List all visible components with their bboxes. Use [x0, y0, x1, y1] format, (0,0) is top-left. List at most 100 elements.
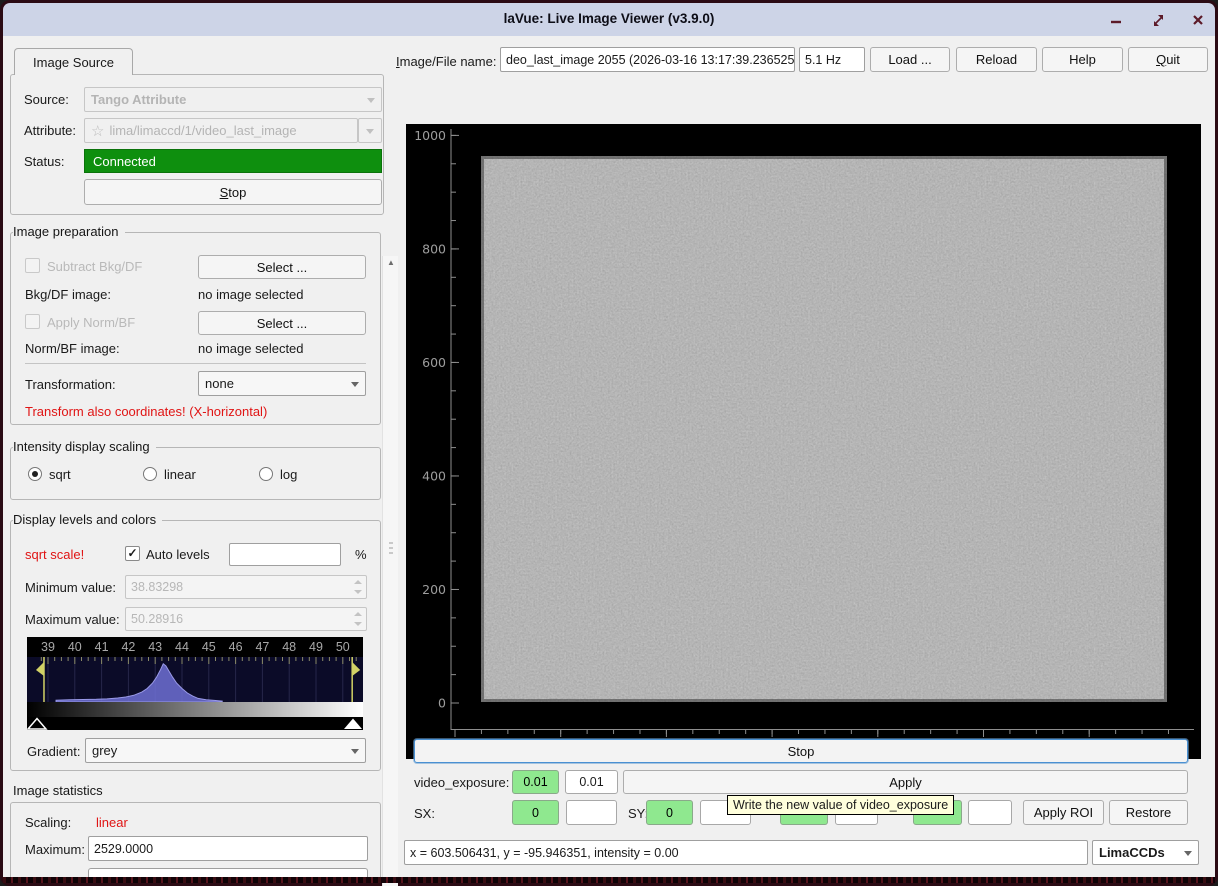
- left-panel-scrollbar[interactable]: ▲ ▼: [382, 256, 398, 886]
- status-badge: Connected: [84, 149, 382, 173]
- radio-linear[interactable]: [143, 467, 157, 481]
- subtract-bkg-checkbox[interactable]: [25, 258, 40, 273]
- auto-levels-label: Auto levels: [146, 547, 210, 562]
- plot-axes: 02004006008001000120002004006008001000: [406, 124, 1201, 759]
- roi-height-input[interactable]: [968, 800, 1012, 825]
- radio-sqrt[interactable]: [28, 467, 42, 481]
- svg-text:200: 200: [422, 582, 446, 597]
- close-icon: [1192, 14, 1204, 26]
- chevron-down-icon: [1184, 851, 1192, 856]
- load-button[interactable]: Load ...: [870, 47, 950, 72]
- transformation-label: Transformation:: [25, 377, 116, 392]
- transformation-combobox[interactable]: none: [198, 371, 366, 396]
- transform-warning: Transform also coordinates! (X-horizonta…: [25, 404, 267, 419]
- gradient-label: Gradient:: [27, 744, 80, 759]
- radio-log[interactable]: [259, 467, 273, 481]
- reload-button[interactable]: Reload: [956, 47, 1037, 72]
- cursor-position-field: x = 603.506431, y = -95.946351, intensit…: [404, 840, 1088, 865]
- maximize-icon: [1152, 14, 1165, 27]
- select-bkg-button[interactable]: Select ...: [198, 255, 366, 279]
- background-window-artifact: [3, 877, 1215, 883]
- main-content: Image/File name: deo_last_image 2055 (20…: [3, 36, 1215, 877]
- statistics-maximum-label: Maximum:: [25, 842, 85, 857]
- spin-arrows-icon[interactable]: [350, 609, 365, 629]
- stream-stop-button[interactable]: Stop: [414, 739, 1188, 763]
- maximize-button[interactable]: [1145, 9, 1171, 31]
- restore-button[interactable]: Restore: [1109, 800, 1188, 825]
- histogram-canvas[interactable]: [27, 657, 363, 702]
- sqrt-scale-warning: sqrt scale!: [25, 547, 84, 562]
- window-title: laVue: Live Image Viewer (v3.9.0): [3, 11, 1215, 26]
- status-label: Status:: [24, 154, 64, 169]
- sx-current: 0: [512, 800, 559, 825]
- application-window: laVue: Live Image Viewer (v3.9.0) Image/…: [0, 0, 1218, 886]
- bkg-image-value: no image selected: [198, 287, 304, 302]
- sx-input[interactable]: [566, 800, 617, 825]
- auto-levels-input[interactable]: [229, 543, 341, 566]
- svg-text:800: 800: [422, 241, 446, 256]
- attribute-dropdown-button[interactable]: [358, 118, 382, 143]
- minimize-icon: [1110, 14, 1122, 26]
- attribute-combobox[interactable]: ☆ lima/limaccd/1/video_last_image: [84, 118, 358, 143]
- norm-image-value: no image selected: [198, 341, 304, 356]
- file-name-input[interactable]: deo_last_image 2055 (2026-03-16 13:17:39…: [500, 47, 795, 72]
- histogram-range-handles[interactable]: [27, 717, 363, 730]
- divider: [25, 363, 366, 364]
- source-stop-button[interactable]: Stop: [84, 179, 382, 205]
- svg-text:400: 400: [422, 468, 446, 483]
- maximum-value-spinbox[interactable]: 50.28916: [125, 607, 367, 631]
- apply-norm-label: Apply Norm/BF: [47, 315, 135, 330]
- scaling-value: linear: [96, 815, 128, 830]
- file-name-label: Image/File name:: [396, 54, 496, 69]
- radio-linear-label: linear: [164, 467, 196, 482]
- svg-text:0: 0: [438, 696, 446, 711]
- star-icon: ☆: [91, 122, 104, 140]
- exposure-tooltip: Write the new value of video_exposure: [727, 795, 954, 815]
- scroll-up-icon[interactable]: ▲: [383, 256, 399, 270]
- statistics-maximum-field[interactable]: 2529.0000: [88, 836, 368, 861]
- minimum-value-spinbox[interactable]: 38.83298: [125, 575, 367, 599]
- minimum-value-label: Minimum value:: [25, 580, 116, 595]
- video-exposure-input[interactable]: 0.01: [565, 770, 618, 794]
- bkg-image-label: Bkg/DF image:: [25, 287, 111, 302]
- close-button[interactable]: [1185, 9, 1211, 31]
- norm-image-label: Norm/BF image:: [25, 341, 120, 356]
- chevron-down-icon: [367, 98, 375, 103]
- title-bar: laVue: Live Image Viewer (v3.9.0): [3, 3, 1215, 36]
- minimize-button[interactable]: [1103, 9, 1129, 31]
- source-combobox[interactable]: Tango Attribute: [84, 87, 382, 112]
- maximum-value-label: Maximum value:: [25, 612, 120, 627]
- svg-text:1000: 1000: [414, 128, 446, 143]
- histogram-gradient-bar[interactable]: [27, 702, 363, 717]
- histogram-widget[interactable]: 394041424344454647484950: [27, 637, 363, 730]
- apply-roi-button[interactable]: Apply ROI: [1023, 800, 1104, 825]
- attribute-label: Attribute:: [24, 123, 76, 138]
- select-norm-button[interactable]: Select ...: [198, 311, 366, 335]
- percent-label: %: [355, 547, 367, 562]
- spin-arrows-icon[interactable]: [350, 577, 365, 597]
- radio-log-label: log: [280, 467, 297, 482]
- help-button[interactable]: Help: [1042, 47, 1123, 72]
- histogram-axis-labels: 394041424344454647484950: [27, 637, 363, 657]
- sx-label: SX:: [414, 806, 435, 821]
- apply-norm-checkbox[interactable]: [25, 314, 40, 329]
- apply-exposure-button[interactable]: Apply: [623, 770, 1188, 794]
- display-levels-title: Display levels and colors: [13, 512, 162, 527]
- rate-input[interactable]: 5.1 Hz: [799, 47, 865, 72]
- chevron-down-icon: [351, 382, 359, 387]
- image-preparation-title: Image preparation: [13, 224, 125, 239]
- svg-text:600: 600: [422, 355, 446, 370]
- auto-levels-checkbox[interactable]: ✓: [125, 546, 140, 561]
- tab-image-source[interactable]: Image Source: [14, 48, 133, 75]
- radio-sqrt-label: sqrt: [49, 467, 71, 482]
- image-plot[interactable]: 02004006008001000120002004006008001000: [406, 124, 1201, 759]
- chevron-down-icon: [351, 749, 359, 754]
- gradient-combobox[interactable]: grey: [85, 738, 366, 763]
- subtract-bkg-label: Subtract Bkg/DF: [47, 259, 142, 274]
- video-exposure-label: video_exposure:: [414, 775, 509, 790]
- tool-combobox[interactable]: LimaCCDs: [1092, 840, 1199, 865]
- quit-button[interactable]: Quit: [1128, 47, 1208, 72]
- statistics-partial-field[interactable]: [88, 868, 368, 877]
- source-label: Source:: [24, 92, 69, 107]
- video-exposure-current: 0.01: [512, 770, 559, 794]
